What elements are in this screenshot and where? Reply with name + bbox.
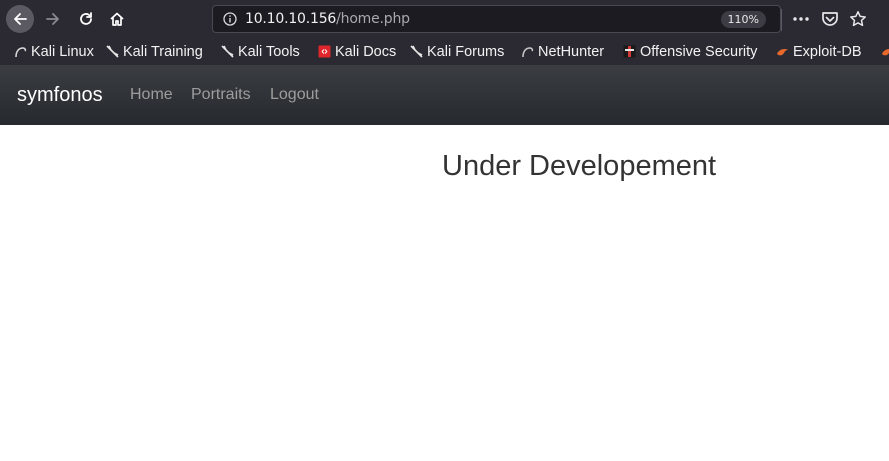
nav-link-logout[interactable]: Logout	[270, 86, 319, 104]
bookmark-nethunter[interactable]: NetHunter	[521, 43, 604, 60]
page-actions-icon[interactable]	[792, 10, 810, 28]
bookmark-star-icon[interactable]	[849, 10, 867, 28]
arrow-right-icon	[46, 13, 59, 25]
kali-dragon-icon	[221, 45, 234, 58]
bookmark-label: Offensive Security	[640, 43, 758, 60]
arrow-left-icon	[14, 13, 27, 25]
kali-docs-icon	[318, 45, 331, 58]
bookmark-label: Kali Training	[123, 43, 203, 60]
bookmark-kali-forums[interactable]: Kali Forums	[410, 43, 504, 60]
url-text[interactable]: 10.10.10.156/home.php	[245, 11, 410, 27]
browser-toolbar: 10.10.10.156/home.php 110%	[0, 0, 889, 38]
bookmark-kali-linux[interactable]: Kali Linux	[14, 43, 94, 60]
bookmark-exploit-db[interactable]: Exploit-DB	[776, 43, 862, 60]
reload-icon	[80, 12, 92, 25]
nav-link-portraits[interactable]: Portraits	[191, 86, 251, 104]
offsec-icon	[623, 45, 636, 58]
bookmarks-toolbar: Kali Linux Kali Training Kali Tools Kali…	[0, 38, 889, 65]
site-brand[interactable]: symfonos	[17, 84, 103, 107]
pocket-icon[interactable]	[821, 10, 839, 28]
nav-link-home[interactable]: Home	[130, 86, 173, 104]
bookmark-kali-training[interactable]: Kali Training	[106, 43, 203, 60]
reload-button[interactable]	[72, 5, 100, 33]
url-host: 10.10.10.156	[245, 11, 337, 27]
toolbar-separator	[781, 9, 782, 31]
home-icon	[110, 12, 124, 26]
bookmark-offensive-security[interactable]: Offensive Security	[623, 43, 757, 60]
exploitdb-icon	[882, 49, 889, 56]
bookmark-label: Kali Linux	[31, 43, 94, 60]
bookmark-label: Kali Docs	[335, 43, 397, 60]
home-button[interactable]	[103, 5, 131, 33]
page-heading: Under Developement	[442, 150, 717, 182]
kali-dragon-icon	[15, 47, 27, 58]
zoom-indicator[interactable]: 110%	[720, 11, 766, 28]
bookmark-kali-docs[interactable]: Kali Docs	[318, 43, 396, 60]
bookmark-overflow-icon[interactable]	[881, 43, 889, 60]
bookmark-label: Exploit-DB	[793, 43, 862, 60]
url-path: /home.php	[336, 11, 410, 27]
kali-dragon-icon	[410, 45, 423, 58]
info-icon[interactable]	[223, 12, 237, 26]
url-bar[interactable]: 10.10.10.156/home.php 110%	[212, 5, 781, 33]
bookmark-kali-tools[interactable]: Kali Tools	[221, 43, 300, 60]
bookmark-label: NetHunter	[538, 43, 605, 60]
exploitdb-icon	[777, 49, 788, 56]
site-navbar: symfonos Home Portraits Logout	[0, 65, 889, 125]
back-button[interactable]	[6, 5, 34, 33]
bookmark-label: Kali Forums	[427, 43, 505, 60]
forward-button[interactable]	[39, 5, 67, 33]
bookmark-label: Kali Tools	[238, 43, 300, 60]
nethunter-icon	[522, 47, 534, 58]
kali-dragon-icon	[106, 45, 119, 58]
